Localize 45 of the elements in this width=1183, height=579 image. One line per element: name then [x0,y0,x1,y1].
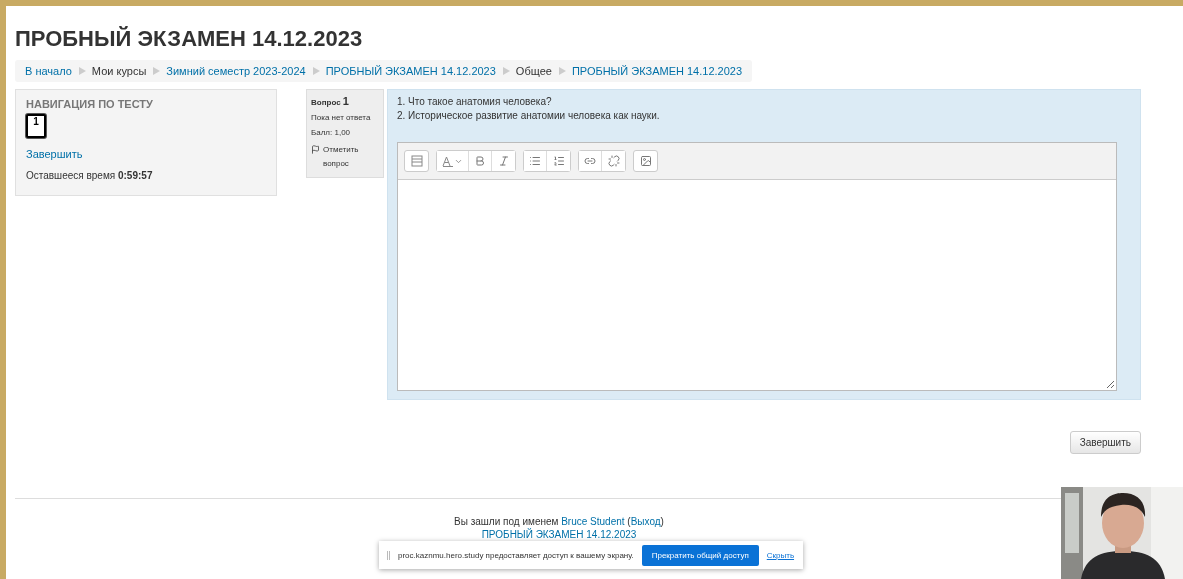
footer-link[interactable]: Bruce Student [561,516,625,527]
separator-icon [152,67,161,75]
question-text: 2. Историческое развитие анатомии человека как науки. [397,109,661,123]
page-title: ПРОБНЫЙ ЭКЗАМЕН 14.12.2023 [15,26,364,52]
link-button[interactable] [579,151,602,171]
finish-link[interactable]: Завершить [26,148,266,160]
font-icon [442,155,454,167]
numbered-list-icon [552,155,565,167]
bold-icon [474,155,486,167]
stop-sharing-button[interactable]: Прекратить общий доступ [641,544,759,566]
bullet-list-button[interactable] [524,151,547,171]
italic-icon [497,155,510,167]
flag-question-link[interactable]: Отметить вопрос [311,143,379,171]
login-info: Вы зашли под именем Bruce Student (Выход) [454,516,664,527]
grip-icon [387,550,390,560]
font-style-button[interactable] [437,151,469,171]
course-link[interactable]: ПРОБНЫЙ ЭКЗАМЕН 14.12.2023 [481,529,637,540]
separator-icon [557,67,566,75]
share-message: proc.kaznmu.hero.study предоставляет доступ к вашему экрану. [398,550,634,560]
hide-link[interactable]: Скрыть [766,550,795,560]
panel-title: НАВИГАЦИЯ ПО ТЕСТУ [26,98,154,110]
toolbar-icon [410,155,423,167]
separator-icon [311,67,320,75]
flag-icon [311,145,320,154]
toolbar-toggle-button[interactable] [404,150,429,172]
question-nav-button[interactable]: 1 [26,114,46,138]
question-number: Вопрос 1 [311,95,350,107]
finish-button[interactable]: Завершить [1069,431,1141,454]
question-text: 1. Что такое анатомия человека? [397,95,553,109]
bullet-list-icon [529,155,541,167]
time-left: Оставшееся время 0:59:57 [26,170,154,181]
breadcrumb-link[interactable]: ПРОБНЫЙ ЭКЗАМЕН 14.12.2023 [571,65,743,77]
link-icon [584,155,596,167]
breadcrumb-link[interactable]: ПРОБНЫЙ ЭКЗАМЕН 14.12.2023 [325,65,496,77]
question-status: Пока нет ответа [311,113,372,122]
question-mark: Балл: 1,00 [311,128,352,137]
image-button[interactable] [633,150,658,172]
breadcrumb-text: Общее [515,65,552,77]
breadcrumb-link[interactable]: В начало [25,65,72,77]
separator-icon [77,67,86,75]
separator-icon [501,67,510,75]
breadcrumb-link[interactable]: Зимний семестр 2023-2024 [166,65,306,77]
image-icon [639,155,652,167]
unlink-icon [607,155,620,167]
breadcrumb-text: Мои курсы [91,65,147,77]
